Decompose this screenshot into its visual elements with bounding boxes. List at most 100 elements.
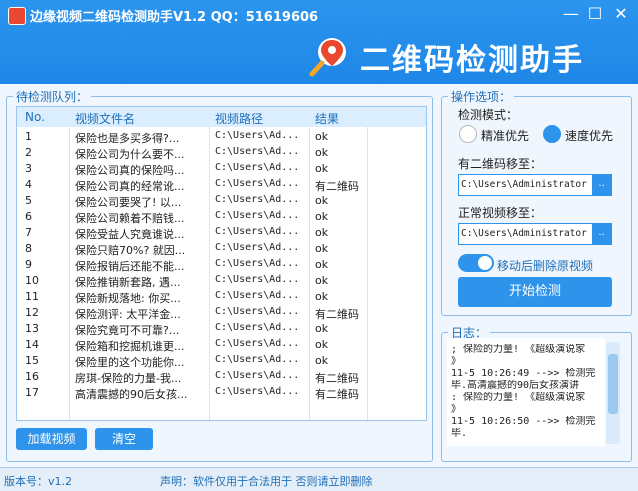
- cell-path: C:\Users\Ad...: [215, 146, 300, 157]
- log-line: ; 保险的力量! 《超级演说家: [451, 344, 586, 355]
- cell-name: 保险测评: 太平洋金...: [75, 308, 181, 321]
- cell-result: 有二维码: [315, 388, 359, 401]
- column-header-no: No.: [25, 110, 45, 124]
- log-line: 毕.高清震撼的90后女孩演讲: [451, 380, 580, 391]
- table-row[interactable]: 6 保险公司赖着不赔钱... C:\Users\Ad... ok: [17, 209, 426, 225]
- delete-after-move-label: 移动后删除原视频: [497, 259, 594, 273]
- cell-no: 7: [25, 226, 32, 239]
- cell-result: ok: [315, 146, 329, 159]
- cell-name: 保险箱和挖掘机谁更...: [75, 340, 185, 353]
- table-row[interactable]: 7 保险受益人究竟谁说... C:\Users\Ad... ok: [17, 225, 426, 241]
- cell-path: C:\Users\Ad...: [215, 306, 300, 317]
- cell-no: 16: [25, 370, 39, 383]
- window-title: 边缘视频二维码检测助手V1.2 QQ：51619606: [30, 10, 319, 25]
- table-row[interactable]: 13 保险究竟可不可靠?... C:\Users\Ad... ok: [17, 321, 426, 337]
- column-header-filename: 视频文件名: [75, 112, 136, 126]
- start-detection-button[interactable]: 开始检测: [458, 277, 612, 307]
- version-text: 版本号：v1.2: [4, 475, 73, 488]
- cell-name: 保险公司要哭了! 以...: [75, 196, 182, 209]
- cell-path: C:\Users\Ad...: [215, 354, 300, 365]
- table-row[interactable]: 14 保险箱和挖掘机谁更... C:\Users\Ad... ok: [17, 337, 426, 353]
- table-row[interactable]: 15 保险里的这个功能你... C:\Users\Ad... ok: [17, 353, 426, 369]
- table-row[interactable]: 3 保险公司真的保险吗... C:\Users\Ad... ok: [17, 161, 426, 177]
- column-header-result: 结果: [315, 112, 340, 126]
- cell-no: 11: [25, 290, 39, 303]
- cell-name: 保险推销新套路, 遇...: [75, 276, 181, 289]
- table-row[interactable]: 5 保险公司要哭了! 以... C:\Users\Ad... ok: [17, 193, 426, 209]
- normal-move-path-field[interactable]: C:\Users\Administrator ..: [458, 223, 612, 245]
- cell-no: 6: [25, 210, 32, 223]
- banner-title: 二维码检测助手: [360, 43, 584, 78]
- cell-result: ok: [315, 258, 329, 271]
- cell-no: 17: [25, 386, 39, 399]
- app-logo-icon: [8, 7, 26, 25]
- clear-button[interactable]: 清空: [95, 428, 153, 450]
- cell-no: 5: [25, 194, 32, 207]
- cell-path: C:\Users\Ad...: [215, 178, 300, 189]
- cell-result: ok: [315, 242, 329, 255]
- cell-result: ok: [315, 354, 329, 367]
- table-row[interactable]: 16 房琪-保险的力量-我... C:\Users\Ad... 有二维码: [17, 369, 426, 385]
- load-video-button[interactable]: 加载视频: [16, 428, 87, 450]
- cell-result: 有二维码: [315, 180, 359, 193]
- table-row[interactable]: 12 保险测评: 太平洋金... C:\Users\Ad... 有二维码: [17, 305, 426, 321]
- fast-mode-radio[interactable]: [543, 125, 561, 143]
- cell-no: 4: [25, 178, 32, 191]
- table-row[interactable]: 8 保险只赔70%? 就因... C:\Users\Ad... ok: [17, 241, 426, 257]
- accurate-mode-radio[interactable]: [459, 125, 477, 143]
- log-line: 毕.: [451, 428, 468, 439]
- table-row[interactable]: 4 保险公司真的经常讹... C:\Users\Ad... 有二维码: [17, 177, 426, 193]
- cell-no: 1: [25, 130, 32, 143]
- log-line: 》: [451, 356, 461, 367]
- maximize-button[interactable]: ☐: [584, 4, 606, 24]
- cell-no: 9: [25, 258, 32, 271]
- cell-path: C:\Users\Ad...: [215, 386, 300, 397]
- table-row[interactable]: 11 保险新规落地: 你买... C:\Users\Ad... ok: [17, 289, 426, 305]
- qr-move-path-field[interactable]: C:\Users\Administrator ..: [458, 174, 612, 196]
- cell-result: ok: [315, 130, 329, 143]
- cell-path: C:\Users\Ad...: [215, 338, 300, 349]
- disclaimer-text: 声明：软件仅用于合法用于 否则请立即删除: [160, 475, 373, 488]
- normal-browse-button[interactable]: ..: [592, 224, 611, 244]
- normal-move-path-value: C:\Users\Administrator: [461, 228, 587, 239]
- normal-move-label: 正常视频移至：: [458, 206, 543, 220]
- table-row[interactable]: 1 保险也是多买多得?... C:\Users\Ad... ok: [17, 129, 426, 145]
- cell-name: 保险受益人究竟谁说...: [75, 228, 185, 241]
- cell-no: 13: [25, 322, 39, 335]
- video-queue-table[interactable]: No. 视频文件名 视频路径 结果 1 保险也是多买多得?... C:\Users\…: [16, 106, 427, 421]
- cell-name: 保险里的这个功能你...: [75, 356, 185, 369]
- cell-name: 保险公司真的保险吗...: [75, 164, 185, 177]
- delete-after-move-toggle[interactable]: [458, 254, 494, 272]
- cell-path: C:\Users\Ad...: [215, 290, 300, 301]
- table-row[interactable]: 10 保险推销新套路, 遇... C:\Users\Ad... ok: [17, 273, 426, 289]
- log-output[interactable]: ; 保险的力量! 《超级演说家》 11-5 10:26:49 -->> 检测完 毕.…: [447, 338, 605, 446]
- log-line: 11-5 10:26:50 -->> 检测完: [451, 416, 596, 427]
- cell-result: ok: [315, 226, 329, 239]
- close-button[interactable]: ✕: [610, 4, 632, 24]
- cell-path: C:\Users\Ad...: [215, 370, 300, 381]
- table-row[interactable]: 9 保险报销后还能不能... C:\Users\Ad... ok: [17, 257, 426, 273]
- cell-result: ok: [315, 162, 329, 175]
- column-header-path: 视频路径: [215, 112, 264, 126]
- cell-path: C:\Users\Ad...: [215, 322, 300, 333]
- cell-name: 保险只赔70%? 就因...: [75, 244, 186, 257]
- cell-name: 保险也是多买多得?...: [75, 132, 180, 145]
- accurate-mode-label: 精准优先: [481, 129, 530, 143]
- qr-move-path-value: C:\Users\Administrator: [461, 179, 587, 190]
- log-scrollbar[interactable]: [606, 342, 620, 444]
- minimize-button[interactable]: —: [560, 4, 582, 24]
- qr-move-label: 有二维码移至：: [458, 157, 543, 171]
- cell-no: 12: [25, 306, 39, 319]
- cell-result: ok: [315, 274, 329, 287]
- table-header: No. 视频文件名 视频路径 结果: [17, 107, 426, 127]
- cell-path: C:\Users\Ad...: [215, 258, 300, 269]
- qr-browse-button[interactable]: ..: [592, 175, 611, 195]
- cell-result: ok: [315, 290, 329, 303]
- cell-name: 保险新规落地: 你买...: [75, 292, 181, 305]
- table-row[interactable]: 2 保险公司为什么要不... C:\Users\Ad... ok: [17, 145, 426, 161]
- fast-mode-label: 速度优先: [565, 129, 614, 143]
- log-line: 11-5 10:26:49 -->> 检测完: [451, 368, 596, 379]
- scrollbar-thumb[interactable]: [608, 354, 618, 414]
- location-search-icon: [309, 38, 346, 77]
- table-row[interactable]: 17 高清震撼的90后女孩... C:\Users\Ad... 有二维码: [17, 385, 426, 401]
